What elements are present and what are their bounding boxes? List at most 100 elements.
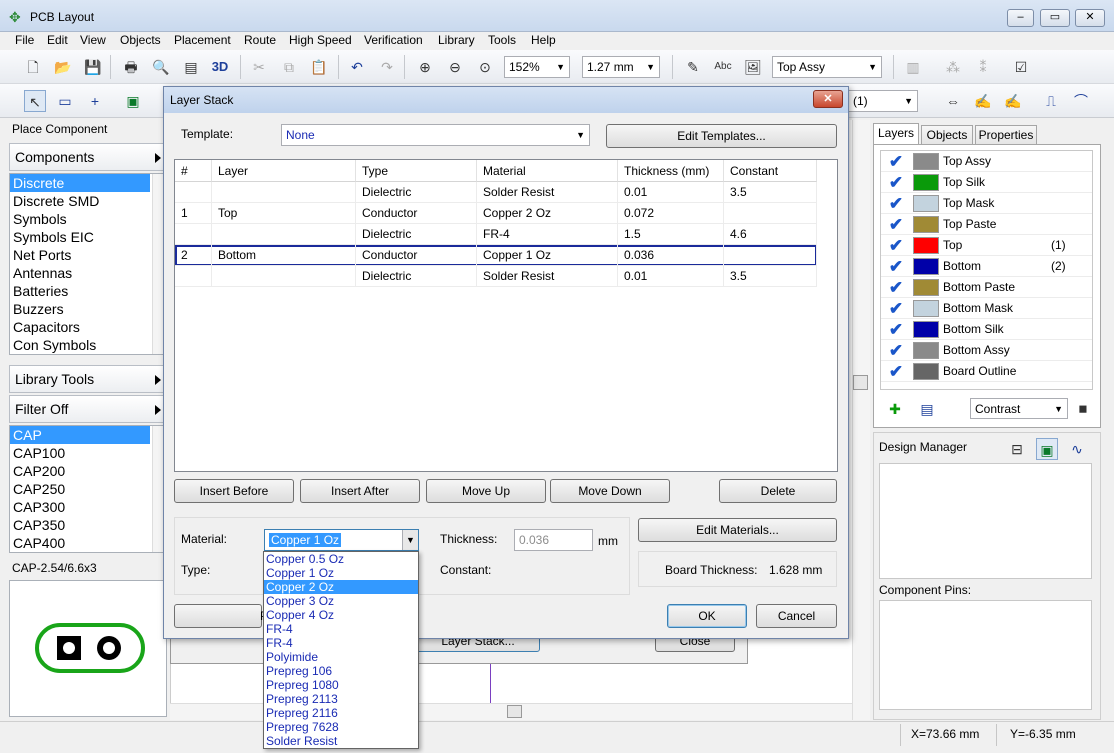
zoom-fit-icon[interactable]: ⊙ — [474, 56, 496, 78]
menu-view[interactable]: View — [80, 33, 106, 47]
material-option[interactable]: Prepreg 7628 — [264, 720, 418, 734]
components-view-icon[interactable]: ▣ — [1036, 438, 1058, 460]
category-item[interactable]: Con Pads... — [10, 354, 166, 355]
table-cell[interactable]: Solder Resist — [477, 182, 618, 203]
canvas-vertical-scrollbar[interactable] — [852, 120, 870, 720]
table-row[interactable]: 2 Bottom Conductor Copper 1 Oz 0.036 — [175, 245, 817, 266]
3d-view-button[interactable]: 3D — [209, 56, 231, 78]
layer-stack-table[interactable]: # Layer Type Material Thickness (mm) Constant… — [174, 159, 838, 472]
material-option[interactable]: FR-4 — [264, 636, 418, 650]
category-item[interactable]: Net Ports — [10, 246, 166, 264]
part-item[interactable]: CAP — [10, 426, 150, 444]
layer-row[interactable]: ✔ Top Silk — [881, 172, 1092, 193]
menu-objects[interactable]: Objects — [120, 33, 161, 47]
table-cell[interactable]: 1 — [175, 203, 212, 224]
part-item[interactable]: CAP350 — [10, 516, 166, 534]
material-dropdown-list[interactable]: Copper 0.5 Oz Copper 1 Oz Copper 2 Oz Coppe… — [263, 551, 419, 749]
layer-combo-2[interactable]: (1) ▼ — [848, 90, 918, 112]
table-cell[interactable] — [724, 203, 817, 224]
layer-visible-checkmark-icon[interactable]: ✔ — [885, 151, 907, 172]
layer-visible-checkmark-icon[interactable]: ✔ — [885, 172, 907, 193]
layer-color-swatch[interactable] — [913, 342, 939, 359]
table-row[interactable]: Dielectric FR-4 1.5 4.6 — [175, 224, 817, 245]
table-cell[interactable]: 0.01 — [618, 182, 724, 203]
ratsnest-icon[interactable]: ⇔ — [942, 90, 964, 112]
material-option[interactable]: Prepreg 106 — [264, 664, 418, 678]
table-cell[interactable]: Copper 1 Oz — [477, 245, 618, 266]
category-item[interactable]: Capacitors — [10, 318, 166, 336]
undo-icon[interactable]: ↶ — [346, 56, 368, 78]
zoom-out-icon[interactable]: ⊖ — [444, 56, 466, 78]
table-cell[interactable]: 3.5 — [724, 266, 817, 287]
canvas-hscroll-thumb[interactable] — [507, 705, 522, 718]
material-option[interactable]: Prepreg 2113 — [264, 692, 418, 706]
signal-icon[interactable]: ⌒ — [1070, 90, 1092, 112]
table-cell[interactable]: Conductor — [356, 203, 477, 224]
contrast-combo[interactable]: Contrast ▼ — [970, 398, 1068, 419]
category-item[interactable]: Antennas — [10, 264, 166, 282]
new-file-icon[interactable]: 🗋 — [22, 56, 44, 78]
template-combo[interactable]: None ▼ — [281, 124, 590, 146]
group-icon[interactable]: ⁂ — [942, 56, 964, 78]
layer-color-swatch[interactable] — [913, 174, 939, 191]
dimension-icon[interactable]: ▭ — [54, 90, 76, 112]
material-option[interactable]: Prepreg 2116 — [264, 706, 418, 720]
category-list[interactable]: Discrete Discrete SMD Symbols Symbols EIC Ne… — [9, 173, 167, 355]
zoom-combo[interactable]: 152% ▼ — [504, 56, 570, 78]
column-header[interactable]: Material — [477, 160, 618, 182]
layer-color-swatch[interactable] — [913, 195, 939, 212]
nets-view-icon[interactable]: ∿ — [1066, 438, 1088, 460]
menu-help[interactable]: Help — [531, 33, 556, 47]
category-item[interactable]: Symbols — [10, 210, 166, 228]
filter-header[interactable]: Filter Off — [9, 395, 167, 423]
table-cell[interactable]: 4.6 — [724, 224, 817, 245]
material-option[interactable]: Copper 4 Oz — [264, 608, 418, 622]
part-list[interactable]: CAP CAP100 CAP200 CAP250 CAP300 CAP350 CAP400 — [9, 425, 167, 553]
menu-edit[interactable]: Edit — [47, 33, 68, 47]
layer-row[interactable]: ✔ Board Outline — [881, 361, 1092, 382]
tab-layers[interactable]: Layers — [873, 123, 919, 145]
layer-visible-checkmark-icon[interactable]: ✔ — [885, 235, 907, 256]
category-item[interactable]: Con Symbols — [10, 336, 166, 354]
select-arrow-icon[interactable]: ↖ — [24, 90, 46, 112]
layer-visible-checkmark-icon[interactable]: ✔ — [885, 361, 907, 382]
category-item[interactable]: Symbols EIC — [10, 228, 166, 246]
close-window-button[interactable]: ✕ — [1075, 9, 1105, 27]
save-icon[interactable]: 💾 — [82, 56, 104, 78]
design-manager-list[interactable] — [879, 463, 1092, 579]
menu-library[interactable]: Library — [438, 33, 475, 47]
table-cell[interactable]: 0.036 — [618, 245, 724, 266]
delete-button[interactable]: Delete — [719, 479, 837, 503]
insert-before-button[interactable]: Insert Before — [174, 479, 294, 503]
material-option[interactable]: Copper 2 Oz — [264, 580, 418, 594]
part-item[interactable]: CAP250 — [10, 480, 166, 498]
category-item[interactable]: Buzzers — [10, 300, 166, 318]
layer-visible-checkmark-icon[interactable]: ✔ — [885, 319, 907, 340]
add-layer-icon[interactable]: ✚ — [884, 398, 906, 420]
table-cell[interactable]: Dielectric — [356, 266, 477, 287]
column-header[interactable]: Thickness (mm) — [618, 160, 724, 182]
table-cell[interactable] — [175, 182, 212, 203]
part-item[interactable]: CAP100 — [10, 444, 166, 462]
library-tools-header[interactable]: Library Tools — [9, 365, 167, 393]
print-icon[interactable]: 🖶 — [120, 56, 142, 78]
table-cell[interactable] — [175, 266, 212, 287]
table-row[interactable]: 1 Top Conductor Copper 2 Oz 0.072 — [175, 203, 817, 224]
paste-icon[interactable]: 📋 — [308, 56, 330, 78]
table-cell[interactable] — [175, 224, 212, 245]
table-cell[interactable]: Bottom — [212, 245, 356, 266]
move-up-button[interactable]: Move Up — [426, 479, 546, 503]
open-folder-icon[interactable]: 📂 — [52, 56, 74, 78]
edit-templates-button[interactable]: Edit Templates... — [606, 124, 837, 148]
category-item[interactable]: Discrete — [10, 174, 150, 192]
layer-row[interactable]: ✔ Bottom Paste — [881, 277, 1092, 298]
report-icon[interactable]: ▤ — [180, 56, 202, 78]
layer-row[interactable]: ✔ Bottom Silk — [881, 319, 1092, 340]
component-pins-list[interactable] — [879, 600, 1092, 710]
layer-color-icon[interactable]: ◼ — [1072, 398, 1094, 420]
layer-color-swatch[interactable] — [913, 321, 939, 338]
menu-verification[interactable]: Verification — [364, 33, 423, 47]
redo-icon[interactable]: ↷ — [376, 56, 398, 78]
column-header[interactable]: # — [175, 160, 212, 182]
ungroup-icon[interactable]: ⁑ — [972, 56, 994, 78]
